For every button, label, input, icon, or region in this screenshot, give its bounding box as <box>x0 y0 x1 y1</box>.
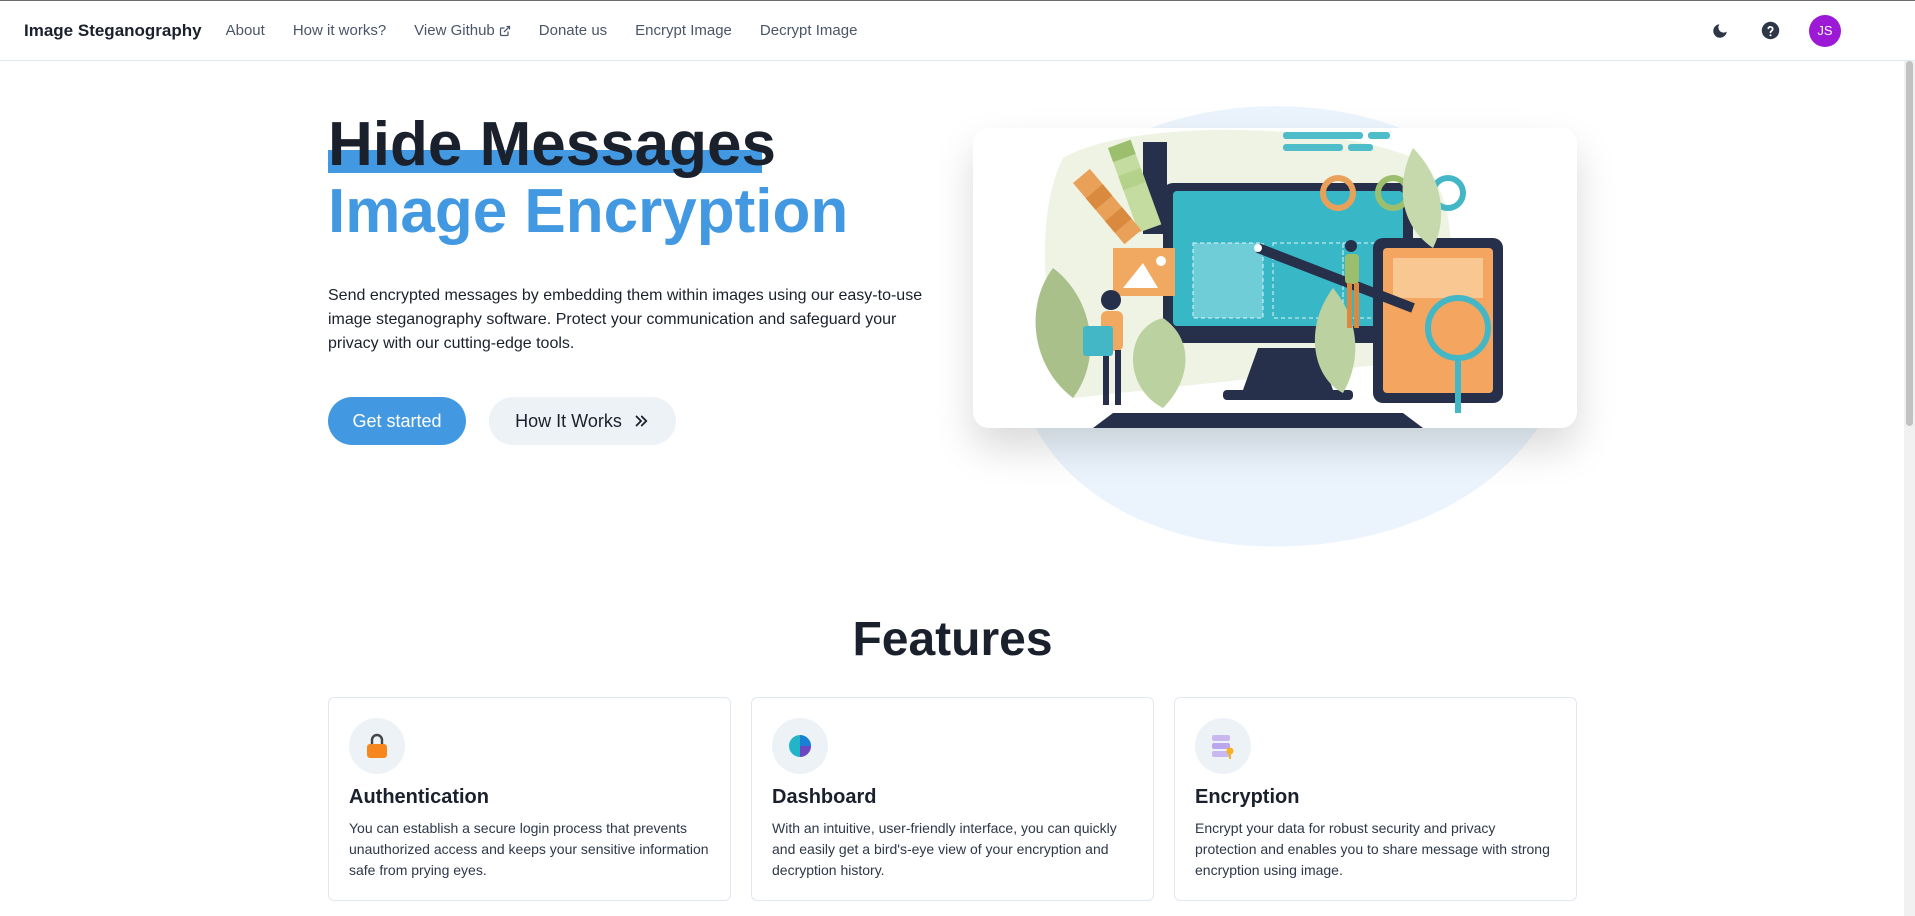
feature-description: You can establish a secure login process… <box>349 820 709 878</box>
feature-card-encryption: Encryption Encrypt your data for robust … <box>1174 697 1577 901</box>
external-link-icon <box>499 25 510 36</box>
feature-card-authentication: Authentication You can establish a secur… <box>328 697 731 901</box>
hero-illustration <box>973 128 1577 428</box>
feature-icon-wrapper <box>349 718 405 774</box>
feature-card-dashboard: Dashboard With an intuitive, user-friend… <box>751 697 1154 901</box>
illustration-computer-scene <box>1035 129 1503 428</box>
feature-description: With an intuitive, user-friendly interfa… <box>772 820 1117 878</box>
nav-link-github-label: View Github <box>414 22 495 39</box>
nav-link-how-it-works[interactable]: How it works? <box>293 22 386 39</box>
nav-link-about[interactable]: About <box>226 22 265 39</box>
how-it-works-label: How It Works <box>515 410 622 431</box>
nav-link-github[interactable]: View Github <box>414 22 511 39</box>
help-icon <box>1761 21 1779 40</box>
feature-icon-wrapper <box>1195 718 1251 774</box>
brand-logo-text[interactable]: Image Steganography <box>24 21 202 41</box>
nav-link-decrypt[interactable]: Decrypt Image <box>760 22 858 39</box>
nav-link-donate[interactable]: Donate us <box>539 22 607 39</box>
feature-title: Dashboard <box>772 786 877 808</box>
hero-title-line1: Hide Messages <box>328 110 776 179</box>
get-started-label: Get started <box>352 410 442 431</box>
nav-link-encrypt[interactable]: Encrypt Image <box>635 22 732 39</box>
get-started-button[interactable]: Get started <box>328 397 466 445</box>
help-button[interactable] <box>1759 20 1781 42</box>
feature-description: Encrypt your data for robust security an… <box>1195 820 1550 878</box>
features-heading: Features <box>852 613 1053 666</box>
hero-title-line2: Image Encryption <box>328 177 849 246</box>
double-chevron-right-icon <box>635 415 648 427</box>
feature-title: Encryption <box>1195 786 1300 808</box>
lock-icon <box>367 733 387 758</box>
nav-actions: JS <box>1709 14 1841 47</box>
top-navbar: Image Steganography About How it works? … <box>0 0 1915 61</box>
database-key-icon <box>1212 735 1234 759</box>
scrollbar-thumb[interactable] <box>1906 61 1913 426</box>
pie-chart-icon <box>789 735 811 757</box>
how-it-works-button[interactable]: How It Works <box>489 397 676 445</box>
feature-icon-wrapper <box>772 718 828 774</box>
hero-description: Send encrypted messages by embedding the… <box>328 287 923 352</box>
feature-title: Authentication <box>349 786 489 808</box>
user-avatar[interactable]: JS <box>1809 14 1841 47</box>
moon-icon <box>1713 23 1727 38</box>
page-scrollbar[interactable] <box>1904 61 1915 916</box>
dark-mode-toggle[interactable] <box>1709 20 1731 42</box>
